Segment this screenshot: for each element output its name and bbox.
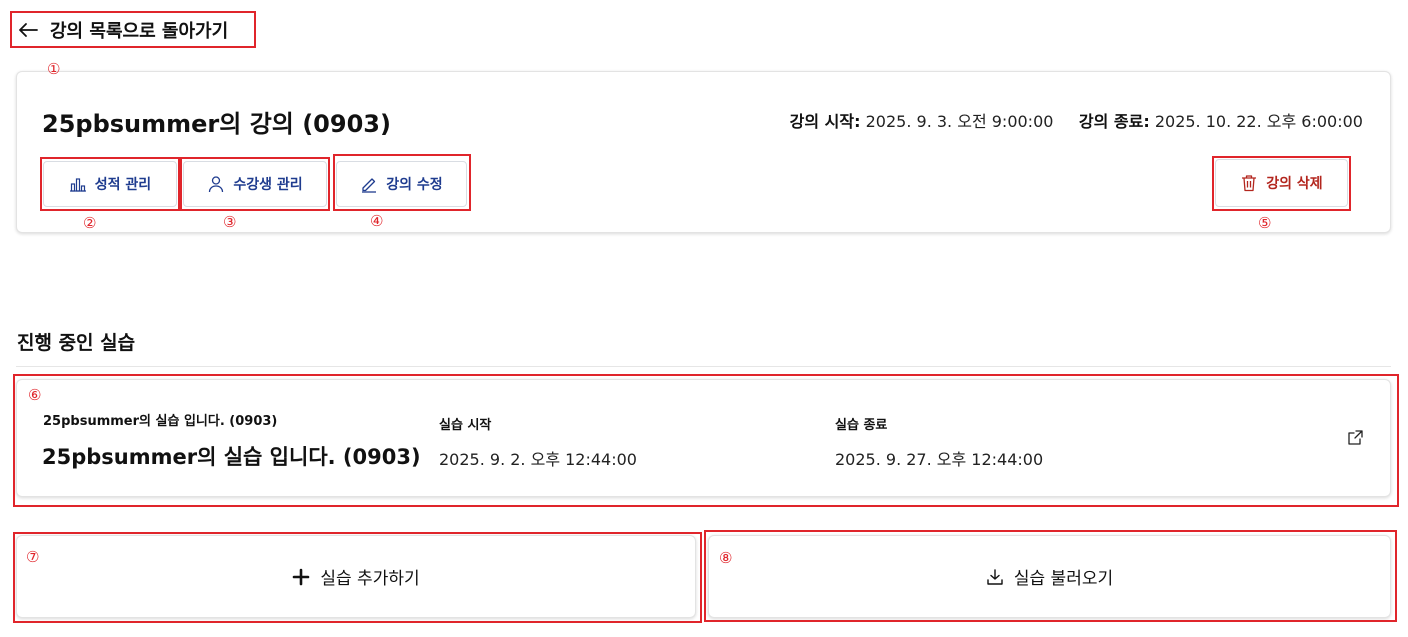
annotation-number-6: ⑥ [28, 386, 42, 404]
course-start-value: 2025. 9. 3. 오전 9:00:00 [865, 112, 1054, 131]
course-start-label: 강의 시작: [789, 112, 861, 131]
annotation-number-7: ⑦ [26, 548, 40, 566]
annotation-box-6 [13, 374, 1399, 507]
annotation-box-8 [704, 530, 1397, 622]
annotation-number-2: ② [83, 214, 97, 232]
annotation-number-8: ⑧ [719, 549, 733, 567]
annotation-box-1 [10, 11, 256, 48]
annotation-box-2 [40, 157, 180, 211]
course-dates: 강의 시작: 2025. 9. 3. 오전 9:00:00 강의 종료: 202… [790, 108, 1363, 132]
course-end-label: 강의 종료: [1078, 112, 1150, 131]
annotation-number-5: ⑤ [1258, 214, 1272, 232]
section-title-ongoing-practice: 진행 중인 실습 [17, 332, 136, 354]
course-title: 25pbsummer의 강의 (0903) [42, 110, 391, 138]
annotation-box-7 [13, 532, 702, 623]
course-end-value: 2025. 10. 22. 오후 6:00:00 [1154, 112, 1363, 131]
annotation-number-4: ④ [370, 212, 384, 230]
section-divider [16, 366, 1391, 367]
annotation-number-1: ① [47, 60, 61, 78]
annotation-number-3: ③ [223, 213, 237, 231]
annotation-box-3 [180, 157, 330, 211]
annotation-box-4 [333, 154, 471, 211]
annotation-box-5 [1212, 156, 1351, 211]
